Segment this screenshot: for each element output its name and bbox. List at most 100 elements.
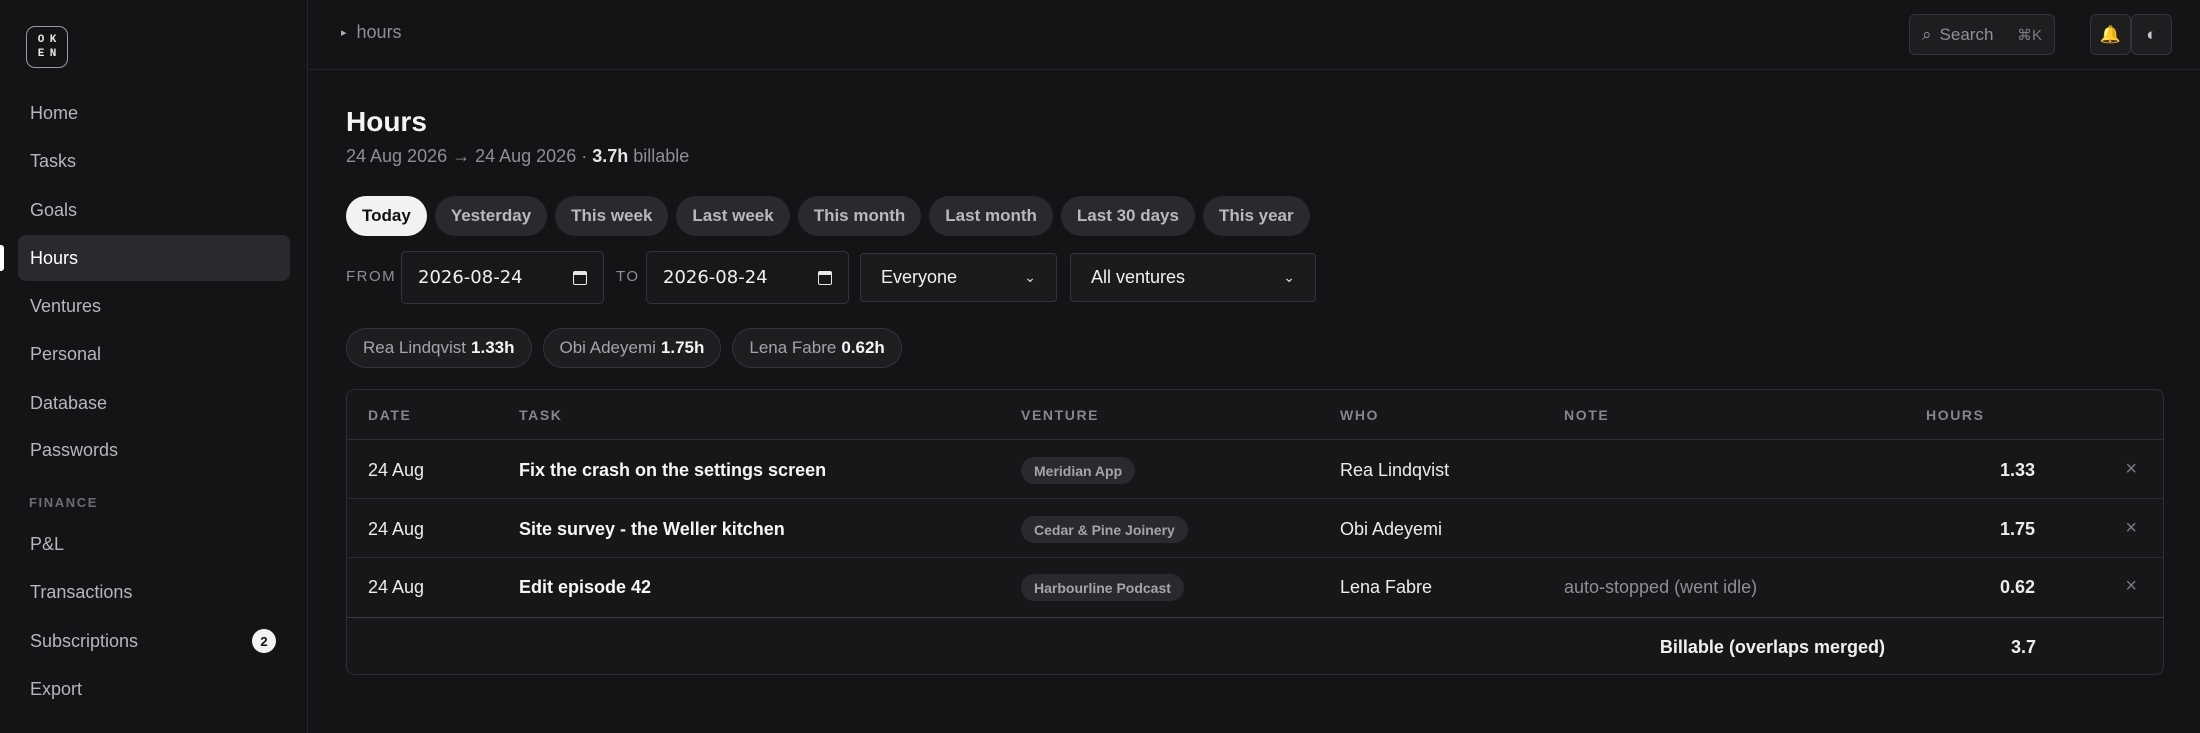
sidebar-item-label: Database	[30, 392, 108, 413]
sidebar: O K E N Home Tasks Goals Hours Ventures …	[0, 0, 308, 733]
logo[interactable]: O K E N	[26, 26, 68, 68]
cell-task[interactable]: Site survey - the Weller kitchen	[519, 519, 785, 540]
delete-entry-icon[interactable]: ×	[2125, 575, 2137, 598]
to-date-input[interactable]: 2026-08-24	[646, 251, 849, 304]
sidebar-item-ventures[interactable]: Ventures	[18, 283, 290, 329]
column-header-task: TASK	[519, 407, 563, 423]
table-footer: Billable (overlaps merged) 3.7	[347, 617, 2163, 674]
section-heading-finance: FINANCE	[29, 495, 98, 510]
person-select-value: Everyone	[881, 267, 958, 287]
person-hours: 1.33h	[471, 338, 515, 357]
to-date-value: 2026-08-24	[663, 267, 768, 288]
page-subtitle: 24 Aug 2026 → 24 Aug 2026 · 3.7h billabl…	[346, 146, 689, 167]
range-chip-today[interactable]: Today	[346, 196, 427, 236]
footer-total: 3.7	[2010, 637, 2036, 657]
venture-tag[interactable]: Meridian App	[1021, 457, 1136, 484]
calendar-icon[interactable]	[818, 270, 832, 285]
cell-hours[interactable]: 0.62	[1955, 577, 2035, 598]
range-chip-this-year[interactable]: This year	[1202, 196, 1310, 236]
calendar-icon[interactable]	[573, 270, 587, 285]
logo-letter: O	[37, 33, 45, 46]
sidebar-item-pnl[interactable]: P&L	[18, 521, 290, 567]
venture-select[interactable]: All ventures ⌄	[1070, 253, 1316, 302]
sidebar-item-label: Home	[30, 102, 79, 123]
filters-row: FROM 2026-08-24 TO 2026-08-24 Everyone ⌄…	[346, 251, 1346, 304]
search-shortcut: ⌘K	[2016, 26, 2042, 44]
cell-hours[interactable]: 1.75	[1955, 519, 2035, 540]
search-button[interactable]: ⌕ Search ⌘K	[1909, 14, 2055, 55]
cell-task[interactable]: Edit episode 42	[519, 577, 651, 598]
contrast-icon: ◐	[2146, 24, 2157, 44]
from-date-value: 2026-08-24	[418, 267, 523, 288]
notifications-button[interactable]: 🔔	[2090, 14, 2131, 55]
sidebar-item-subscriptions[interactable]: Subscriptions 2	[18, 618, 290, 664]
quick-range-chips: Today Yesterday This week Last week This…	[346, 196, 1310, 236]
range-chip-this-month[interactable]: This month	[797, 196, 922, 236]
main-content: Hours 24 Aug 2026 → 24 Aug 2026 · 3.7h b…	[309, 71, 2200, 733]
footer-label: Billable (overlaps merged)	[1659, 637, 1885, 657]
sidebar-item-passwords[interactable]: Passwords	[18, 427, 290, 473]
theme-toggle-button[interactable]: ◐	[2131, 14, 2172, 55]
column-header-date: DATE	[368, 407, 412, 423]
sidebar-item-label: Hours	[30, 247, 79, 268]
sidebar-item-label: Tasks	[30, 150, 77, 171]
range-chip-last-month[interactable]: Last month	[929, 196, 1053, 236]
venture-select-value: All ventures	[1091, 267, 1186, 287]
cell-who: Rea Lindqvist	[1340, 460, 1450, 480]
breadcrumb: ▸ hours	[341, 22, 402, 43]
table-header: DATE TASK VENTURE WHO NOTE HOURS	[347, 390, 2163, 440]
sidebar-item-label: Export	[30, 678, 83, 699]
from-date-input[interactable]: 2026-08-24	[401, 251, 604, 304]
cell-task[interactable]: Fix the crash on the settings screen	[519, 460, 826, 481]
sidebar-item-transactions[interactable]: Transactions	[18, 569, 290, 615]
top-bar: ▸ hours ⌕ Search ⌘K 🔔 ◐	[309, 0, 2200, 70]
venture-tag[interactable]: Cedar & Pine Joinery	[1021, 516, 1188, 543]
chevron-down-icon: ⌄	[1283, 269, 1295, 285]
cell-note[interactable]: auto-stopped (went idle)	[1564, 577, 1757, 598]
column-header-hours: HOURS	[1926, 407, 1985, 423]
sidebar-item-home[interactable]: Home	[18, 90, 290, 136]
table-row[interactable]: 24 Aug Fix the crash on the settings scr…	[347, 441, 2163, 499]
sidebar-item-hours[interactable]: Hours	[18, 235, 290, 281]
sidebar-item-label: Transactions	[30, 581, 133, 602]
sidebar-item-export[interactable]: Export	[18, 666, 290, 712]
cell-date: 24 Aug	[368, 577, 425, 597]
person-name: Rea Lindqvist	[363, 338, 467, 357]
delete-entry-icon[interactable]: ×	[2125, 458, 2137, 481]
cell-hours[interactable]: 1.33	[1955, 460, 2035, 481]
column-header-note: NOTE	[1564, 407, 1610, 423]
column-header-venture: VENTURE	[1021, 407, 1100, 423]
table-row[interactable]: 24 Aug Edit episode 42 Harbourline Podca…	[347, 558, 2163, 616]
chevron-down-icon: ⌄	[1024, 269, 1036, 285]
person-total-chip[interactable]: Rea Lindqvist 1.33h	[346, 328, 532, 368]
delete-entry-icon[interactable]: ×	[2125, 517, 2137, 540]
person-total-chip[interactable]: Obi Adeyemi 1.75h	[542, 328, 722, 368]
person-total-chip[interactable]: Lena Fabre 0.62h	[732, 328, 902, 368]
person-select[interactable]: Everyone ⌄	[860, 253, 1057, 302]
billable-suffix: billable	[628, 146, 690, 166]
sidebar-item-database[interactable]: Database	[18, 380, 290, 426]
sidebar-item-goals[interactable]: Goals	[18, 187, 290, 233]
billable-total: 3.7h	[592, 146, 629, 166]
table-row[interactable]: 24 Aug Site survey - the Weller kitchen …	[347, 500, 2163, 558]
range-chip-yesterday[interactable]: Yesterday	[434, 196, 548, 236]
sidebar-item-label: Personal	[30, 343, 102, 364]
cell-date: 24 Aug	[368, 519, 425, 539]
from-label: FROM	[346, 268, 397, 285]
range-chip-last-week[interactable]: Last week	[676, 196, 790, 236]
page-title: Hours	[346, 106, 427, 137]
person-name: Lena Fabre	[749, 338, 837, 357]
venture-tag[interactable]: Harbourline Podcast	[1021, 574, 1184, 601]
range-chip-this-week[interactable]: This week	[555, 196, 669, 236]
date-range-text: 24 Aug 2026 → 24 Aug 2026 ·	[346, 146, 593, 166]
column-header-who: WHO	[1340, 407, 1380, 423]
sidebar-item-label: Goals	[30, 199, 78, 220]
range-chip-last-30-days[interactable]: Last 30 days	[1060, 196, 1195, 236]
sidebar-item-label: Ventures	[30, 295, 102, 316]
sidebar-item-personal[interactable]: Personal	[18, 331, 290, 377]
breadcrumb-current[interactable]: hours	[357, 22, 402, 43]
sidebar-item-tasks[interactable]: Tasks	[18, 138, 290, 184]
sidebar-item-label: Subscriptions	[30, 630, 139, 651]
cell-date: 24 Aug	[368, 460, 425, 480]
sidebar-item-label: Passwords	[30, 439, 119, 460]
